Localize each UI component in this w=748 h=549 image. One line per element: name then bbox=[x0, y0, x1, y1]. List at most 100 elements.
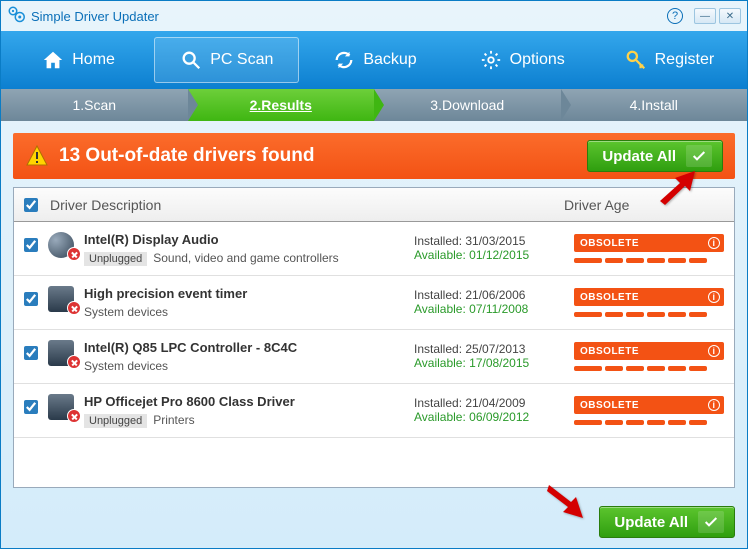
available-date: Available: 17/08/2015 bbox=[414, 356, 574, 370]
obsolete-badge[interactable]: OBSOLETEi bbox=[574, 234, 724, 252]
minimize-button[interactable]: — bbox=[694, 8, 716, 24]
driver-description: Intel(R) Display Audio UnpluggedSound, vi… bbox=[84, 232, 414, 265]
driver-description: High precision event timer System devices bbox=[84, 286, 414, 319]
nav-backup[interactable]: Backup bbox=[303, 37, 446, 83]
status-cell: OBSOLETEi bbox=[574, 340, 724, 371]
available-date: Available: 01/12/2015 bbox=[414, 248, 574, 262]
nav-register-label: Register bbox=[655, 51, 715, 69]
obsolete-badge[interactable]: OBSOLETEi bbox=[574, 288, 724, 306]
alert-bar: 13 Out-of-date drivers found Update All bbox=[13, 133, 735, 179]
driver-name: Intel(R) Display Audio bbox=[84, 232, 414, 247]
nav-options[interactable]: Options bbox=[451, 37, 594, 83]
step-download[interactable]: 3.Download bbox=[374, 89, 561, 121]
driver-description: HP Officejet Pro 8600 Class Driver Unplug… bbox=[84, 394, 414, 427]
installed-date: Installed: 21/04/2009 bbox=[414, 396, 574, 410]
device-icon bbox=[48, 340, 78, 366]
device-icon bbox=[48, 394, 78, 420]
table-header: Driver Description Driver Age bbox=[14, 188, 734, 222]
driver-dates: Installed: 21/04/2009Available: 06/09/20… bbox=[414, 394, 574, 424]
driver-dates: Installed: 31/03/2015Available: 01/12/20… bbox=[414, 232, 574, 262]
gear-icon bbox=[480, 49, 502, 71]
content: 13 Out-of-date drivers found Update All … bbox=[1, 121, 747, 500]
info-icon[interactable]: i bbox=[708, 399, 720, 411]
step-results[interactable]: 2.Results bbox=[188, 89, 375, 121]
obsolete-badge[interactable]: OBSOLETEi bbox=[574, 342, 724, 360]
home-icon bbox=[42, 49, 64, 71]
search-icon bbox=[180, 49, 202, 71]
driver-category: System devices bbox=[84, 305, 414, 319]
header-age: Driver Age bbox=[564, 197, 724, 213]
age-bar bbox=[574, 258, 724, 263]
age-bar bbox=[574, 366, 724, 371]
driver-table: Driver Description Driver Age Intel(R) D… bbox=[13, 187, 735, 488]
age-bar bbox=[574, 420, 724, 425]
update-all-button-bottom[interactable]: Update All bbox=[599, 506, 735, 538]
refresh-icon bbox=[333, 49, 355, 71]
close-button[interactable]: ✕ bbox=[719, 8, 741, 24]
unplugged-tag: Unplugged bbox=[84, 252, 147, 266]
error-badge-icon bbox=[67, 409, 81, 423]
nav-home-label: Home bbox=[72, 51, 115, 69]
help-icon[interactable]: ? bbox=[667, 8, 683, 24]
installed-date: Installed: 21/06/2006 bbox=[414, 288, 574, 302]
select-all-checkbox[interactable] bbox=[24, 198, 38, 212]
row-checkbox[interactable] bbox=[24, 238, 38, 252]
available-date: Available: 07/11/2008 bbox=[414, 302, 574, 316]
row-checkbox[interactable] bbox=[24, 400, 38, 414]
driver-name: HP Officejet Pro 8600 Class Driver bbox=[84, 394, 414, 409]
nav-backup-label: Backup bbox=[363, 51, 416, 69]
navbar: Home PC Scan Backup Options Register bbox=[1, 31, 747, 89]
check-icon bbox=[686, 145, 712, 167]
step-install[interactable]: 4.Install bbox=[561, 89, 748, 121]
nav-home[interactable]: Home bbox=[7, 37, 150, 83]
info-icon[interactable]: i bbox=[708, 237, 720, 249]
nav-scan[interactable]: PC Scan bbox=[154, 37, 299, 83]
table-row: HP Officejet Pro 8600 Class Driver Unplug… bbox=[14, 384, 734, 438]
driver-category: UnpluggedPrinters bbox=[84, 413, 414, 427]
age-bar bbox=[574, 312, 724, 317]
installed-date: Installed: 31/03/2015 bbox=[414, 234, 574, 248]
step-scan[interactable]: 1.Scan bbox=[1, 89, 188, 121]
device-icon bbox=[48, 232, 78, 258]
error-badge-icon bbox=[67, 247, 81, 261]
nav-options-label: Options bbox=[510, 51, 565, 69]
nav-scan-label: PC Scan bbox=[210, 51, 273, 69]
alert-message: 13 Out-of-date drivers found bbox=[59, 145, 587, 167]
error-badge-icon bbox=[67, 301, 81, 315]
table-body[interactable]: Intel(R) Display Audio UnpluggedSound, vi… bbox=[14, 222, 734, 487]
check-icon bbox=[698, 511, 724, 533]
available-date: Available: 06/09/2012 bbox=[414, 410, 574, 424]
status-cell: OBSOLETEi bbox=[574, 394, 724, 425]
device-icon bbox=[48, 286, 78, 312]
update-all-button-top[interactable]: Update All bbox=[587, 140, 723, 172]
app-title: Simple Driver Updater bbox=[31, 9, 159, 24]
driver-dates: Installed: 21/06/2006Available: 07/11/20… bbox=[414, 286, 574, 316]
header-description: Driver Description bbox=[50, 197, 564, 213]
update-all-label-top: Update All bbox=[602, 148, 676, 165]
key-icon bbox=[625, 49, 647, 71]
window: Simple Driver Updater ? — ✕ Home PC Scan… bbox=[0, 0, 748, 549]
info-icon[interactable]: i bbox=[708, 345, 720, 357]
driver-name: Intel(R) Q85 LPC Controller - 8C4C bbox=[84, 340, 414, 355]
driver-category: System devices bbox=[84, 359, 414, 373]
info-icon[interactable]: i bbox=[708, 291, 720, 303]
driver-category: UnpluggedSound, video and game controlle… bbox=[84, 251, 414, 265]
installed-date: Installed: 25/07/2013 bbox=[414, 342, 574, 356]
row-checkbox[interactable] bbox=[24, 346, 38, 360]
warning-icon bbox=[25, 144, 49, 168]
driver-dates: Installed: 25/07/2013Available: 17/08/20… bbox=[414, 340, 574, 370]
steps-bar: 1.Scan 2.Results 3.Download 4.Install bbox=[1, 89, 747, 121]
app-logo-icon bbox=[7, 5, 25, 28]
table-row: High precision event timer System devices… bbox=[14, 276, 734, 330]
table-row: Intel(R) Q85 LPC Controller - 8C4C System… bbox=[14, 330, 734, 384]
status-cell: OBSOLETEi bbox=[574, 232, 724, 263]
titlebar: Simple Driver Updater ? — ✕ bbox=[1, 1, 747, 31]
nav-register[interactable]: Register bbox=[598, 37, 741, 83]
table-row: Intel(R) Display Audio UnpluggedSound, vi… bbox=[14, 222, 734, 276]
driver-name: High precision event timer bbox=[84, 286, 414, 301]
obsolete-badge[interactable]: OBSOLETEi bbox=[574, 396, 724, 414]
unplugged-tag: Unplugged bbox=[84, 414, 147, 428]
row-checkbox[interactable] bbox=[24, 292, 38, 306]
footer: Update All bbox=[1, 500, 747, 548]
driver-description: Intel(R) Q85 LPC Controller - 8C4C System… bbox=[84, 340, 414, 373]
